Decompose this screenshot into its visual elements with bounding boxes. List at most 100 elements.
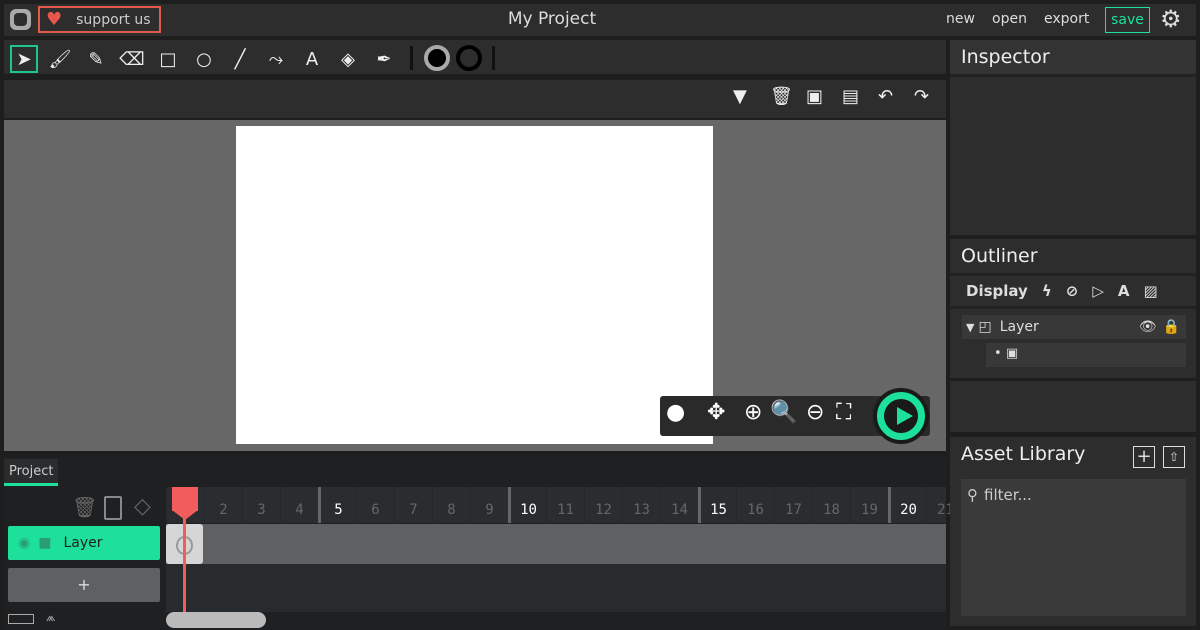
frame-20[interactable]: 20	[888, 487, 926, 523]
frame-8[interactable]: 8	[432, 487, 470, 523]
display-label: Display	[966, 282, 1028, 300]
clip-filter-icon[interactable]: ▷	[1092, 282, 1104, 300]
text-tool-icon[interactable]: A	[298, 45, 326, 73]
playhead-handle[interactable]	[172, 487, 198, 511]
layout-icon[interactable]	[8, 614, 34, 624]
rectangle-tool-icon[interactable]: □	[154, 45, 182, 73]
delete-layer-icon[interactable]: 🗑	[72, 495, 97, 519]
frame-3[interactable]: 3	[242, 487, 280, 523]
layer-track[interactable]	[166, 524, 946, 564]
outliner-clip-row[interactable]: • ▣	[986, 343, 1186, 367]
brush-tool-icon[interactable]: 🖌	[46, 45, 74, 73]
frame-14[interactable]: 14	[660, 487, 698, 523]
new-button[interactable]: new	[946, 11, 975, 27]
tween-icon[interactable]: ◇	[134, 494, 151, 519]
action-bar	[4, 80, 946, 118]
bullet-icon: •	[994, 346, 1002, 361]
frame-17[interactable]: 17	[774, 487, 812, 523]
layer-icon: ◰	[978, 319, 992, 335]
clip-icon: ▣	[1005, 346, 1019, 361]
lock-icon[interactable]: ■	[38, 535, 51, 551]
copy-icon[interactable]: ▣	[806, 86, 823, 107]
redo-icon[interactable]: ↷	[914, 86, 929, 107]
outliner-layer-name: Layer	[999, 319, 1039, 335]
trash-icon[interactable]: 🗑	[770, 86, 793, 107]
eye-icon[interactable]: 👁	[1139, 319, 1157, 335]
frame-15[interactable]: 15	[698, 487, 736, 523]
empty-panel	[950, 381, 1196, 432]
export-button[interactable]: export	[1044, 11, 1089, 27]
eyedropper-tool-icon[interactable]: ✒	[370, 45, 398, 73]
path-filter-icon[interactable]: ϟ	[1042, 282, 1052, 300]
save-button[interactable]: save	[1105, 7, 1150, 33]
line-tool-icon[interactable]: ╱	[226, 45, 254, 73]
import-asset-button[interactable]: ⇧	[1163, 446, 1185, 468]
frame-2[interactable]: 2	[204, 487, 242, 523]
asset-library-title: Asset Library	[961, 443, 1086, 465]
add-keyframe-icon[interactable]	[104, 496, 122, 520]
filter-placeholder: filter...	[984, 485, 1032, 504]
outliner-layer-row[interactable]: ▼ ◰ Layer 👁 🔒	[962, 315, 1186, 339]
play-button[interactable]	[873, 388, 929, 444]
lock-icon[interactable]: 🔒	[1163, 319, 1180, 335]
frame-16[interactable]: 16	[736, 487, 774, 523]
timeline-scrollbar[interactable]	[166, 612, 266, 628]
stage[interactable]	[236, 126, 713, 444]
select-tool-icon[interactable]: ➤	[10, 45, 38, 73]
frame-18[interactable]: 18	[812, 487, 850, 523]
paint-bucket-tool-icon[interactable]: ◈	[334, 45, 362, 73]
frame-13[interactable]: 13	[622, 487, 660, 523]
search-icon: ⚲	[967, 485, 978, 504]
divider	[410, 46, 413, 70]
frame-11[interactable]: 11	[546, 487, 584, 523]
frame-ruler[interactable]: 2 3 4 5 6 7 8 9 10 11 12 13 14 15 16 17 18 19 20 21	[166, 487, 954, 523]
gear-icon[interactable]: ⚙	[1160, 5, 1182, 33]
zoom-out-icon[interactable]: ⊖	[806, 400, 824, 425]
eraser-tool-icon[interactable]: ⌫	[118, 45, 146, 73]
timeline-layer[interactable]: ◉ ■ Layer	[8, 526, 160, 560]
frame-10[interactable]: 10	[508, 487, 546, 523]
frame-5[interactable]: 5	[318, 487, 356, 523]
node-select-tool-icon[interactable]: ⤳	[262, 45, 290, 73]
filter-input[interactable]: ⚲ filter...	[961, 479, 1186, 510]
paste-icon[interactable]: ▤	[842, 86, 859, 107]
add-asset-button[interactable]: +	[1133, 446, 1155, 468]
frame-6[interactable]: 6	[356, 487, 394, 523]
zoom-in-icon[interactable]: ⊕	[744, 400, 762, 425]
pencil-tool-icon[interactable]: ✎	[82, 45, 110, 73]
tab-project[interactable]: Project	[4, 459, 58, 486]
frame-12[interactable]: 12	[584, 487, 622, 523]
empty-track	[166, 564, 946, 612]
fill-color-swatch[interactable]	[456, 45, 482, 71]
asset-library-panel: Asset Library + ⇧ ⚲ filter...	[950, 437, 1196, 626]
frame-4[interactable]: 4	[280, 487, 318, 523]
shape-filter-icon[interactable]: ⊘	[1066, 282, 1079, 300]
divider	[492, 46, 495, 70]
inspector-panel: Inspector	[950, 40, 1196, 235]
asset-list[interactable]	[961, 510, 1186, 616]
ellipse-tool-icon[interactable]: ○	[190, 45, 218, 73]
undo-icon[interactable]: ↶	[878, 86, 893, 107]
frame-19[interactable]: 19	[850, 487, 888, 523]
eye-icon[interactable]: ◉	[18, 535, 30, 551]
frame-7[interactable]: 7	[394, 487, 432, 523]
stroke-color-swatch[interactable]	[424, 45, 450, 71]
outliner-title: Outliner	[950, 239, 1196, 276]
frame-9[interactable]: 9	[470, 487, 508, 523]
add-layer-button[interactable]: +	[8, 568, 160, 602]
pan-icon[interactable]: ✥	[707, 400, 725, 425]
outliner-panel: Outliner Display ϟ ⊘ ▷ A ▨ ▼ ◰ Layer 👁 🔒 •…	[950, 239, 1196, 378]
collapse-icon[interactable]: ▼	[966, 321, 974, 334]
layer-name: Layer	[63, 535, 103, 551]
open-button[interactable]: open	[992, 11, 1027, 27]
onion-skin-icon[interactable]: ●	[666, 400, 685, 425]
fit-screen-icon[interactable]: ⛶	[836, 400, 851, 425]
dropdown-icon[interactable]: ▼	[733, 86, 747, 107]
graph-icon[interactable]: ⩕	[46, 610, 55, 625]
image-filter-icon[interactable]: ▨	[1143, 282, 1157, 300]
zoom-icon[interactable]: 🔍	[770, 400, 797, 425]
text-filter-icon[interactable]: A	[1118, 282, 1130, 300]
project-title: My Project	[507, 9, 597, 29]
inspector-title: Inspector	[950, 40, 1196, 77]
playhead-line	[183, 510, 186, 612]
